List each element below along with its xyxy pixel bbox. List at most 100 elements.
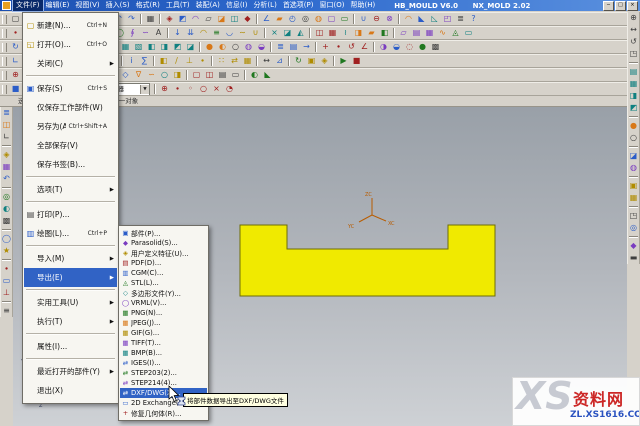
edge-blend-icon[interactable]: ◠: [402, 13, 415, 25]
wireframe-mode-icon[interactable]: ○: [627, 132, 640, 144]
n-sided-surface-icon[interactable]: ◬: [449, 27, 462, 39]
menu-item-options[interactable]: 选项(T)▶: [24, 180, 117, 199]
extrude-icon[interactable]: ▰: [273, 13, 286, 25]
subtract-icon[interactable]: ⊖: [370, 13, 383, 25]
hide-icon[interactable]: ◌: [403, 41, 416, 53]
menu-item-step203[interactable]: ⇄STEP203(2)...: [120, 368, 207, 378]
isometric-view-icon[interactable]: ◩: [171, 41, 184, 53]
info-object-icon[interactable]: i: [125, 55, 138, 67]
trim-mold-icon[interactable]: ◫: [203, 69, 216, 81]
spline-icon[interactable]: ∽: [139, 27, 152, 39]
draft-check-icon[interactable]: ◣: [261, 69, 274, 81]
menu-item-part[interactable]: ▣部件(P)...: [120, 228, 207, 238]
offset-surface-icon[interactable]: ◧: [378, 27, 391, 39]
wrap-curve-icon[interactable]: ◠: [197, 27, 210, 39]
view-palette-icon[interactable]: ▦: [0, 161, 13, 173]
top-view-icon[interactable]: ▦: [119, 41, 132, 53]
toolbar-grip[interactable]: [2, 71, 7, 80]
bridge-curve-icon[interactable]: ◡: [223, 27, 236, 39]
toolbar-grip[interactable]: [2, 29, 7, 38]
wcs-origin-icon[interactable]: ∙: [332, 41, 345, 53]
menu-item-vrml[interactable]: ◯VRML(V)...: [120, 298, 207, 308]
snap-endpoint-icon[interactable]: ∙: [171, 83, 184, 95]
intersection-curve-icon[interactable]: ×: [268, 27, 281, 39]
menubar-item-format[interactable]: 格式(R): [133, 0, 163, 11]
mold-csys-icon[interactable]: ⊕: [9, 69, 22, 81]
menu-item-save-work-part-only[interactable]: 仅保存工作部件(W): [24, 98, 117, 117]
menu-item-utilities[interactable]: 实用工具(U)▶: [24, 293, 117, 312]
zoom-tool-icon[interactable]: ⊕: [627, 12, 640, 24]
point-constructor-icon[interactable]: ∙: [196, 55, 209, 67]
wcs-dynamics-icon[interactable]: +: [319, 41, 332, 53]
move-to-layer-icon[interactable]: →: [300, 41, 313, 53]
menu-item-parasolid[interactable]: ◆Parasolid(S)...: [120, 238, 207, 248]
right-icon[interactable]: ◨: [627, 90, 640, 102]
wcs-orient-icon[interactable]: ∠: [358, 41, 371, 53]
menu-item-print[interactable]: ▤打印(P)...: [24, 205, 117, 224]
cooling-channel-icon[interactable]: ○: [158, 69, 171, 81]
menu-item-tiff[interactable]: ▦TIFF(T)...: [120, 338, 207, 348]
web-browser-icon[interactable]: ◯: [0, 233, 13, 245]
pocket-tool-icon[interactable]: ▢: [190, 69, 203, 81]
menu-item-gif[interactable]: ▦GIF(G)...: [120, 328, 207, 338]
menu-item-save-as[interactable]: 另存为(A)...Ctrl+Shift+A: [24, 117, 117, 136]
menu-item-bmp[interactable]: ▦BMP(B)...: [120, 348, 207, 358]
snap-point-icon[interactable]: ⊕: [158, 83, 171, 95]
split-body-icon[interactable]: ▦: [326, 27, 339, 39]
toolbar-grip[interactable]: [2, 57, 7, 66]
snap-midpoint-icon[interactable]: ◦: [184, 83, 197, 95]
draft-icon[interactable]: ◺: [428, 13, 441, 25]
menu-item-stl[interactable]: ◬STL(L)...: [120, 278, 207, 288]
menu-item-pdf[interactable]: ▤PDF(D)...: [120, 258, 207, 268]
through-curve-mesh-icon[interactable]: ▦: [423, 27, 436, 39]
menubar-item-assemblies[interactable]: 装配(A): [193, 0, 223, 11]
gate-icon[interactable]: ∇: [132, 69, 145, 81]
datum-axis-icon[interactable]: ∕: [170, 55, 183, 67]
mold-drawing-icon[interactable]: ▭: [229, 69, 242, 81]
part-body[interactable]: [240, 225, 495, 296]
left-view-icon[interactable]: ◧: [145, 41, 158, 53]
snap-intersection-icon[interactable]: ×: [210, 83, 223, 95]
point-tool-icon[interactable]: ∙: [0, 263, 13, 275]
assembly-navigator-icon[interactable]: ◫: [0, 119, 13, 131]
datum-csys-icon[interactable]: ⊥: [183, 55, 196, 67]
play-icon[interactable]: ▶: [337, 55, 350, 67]
instance-feature-icon[interactable]: ∷: [215, 55, 228, 67]
project-curve-icon[interactable]: ↓: [171, 27, 184, 39]
layer-settings-icon[interactable]: ≣: [274, 41, 287, 53]
hole-icon[interactable]: ◎: [299, 13, 312, 25]
print-icon[interactable]: ▦: [144, 13, 157, 25]
menubar-item-insert[interactable]: 插入(S): [103, 0, 133, 11]
pattern-face-icon[interactable]: ▦: [241, 55, 254, 67]
menubar-item-edit[interactable]: 编辑(E): [43, 0, 73, 11]
combined-projection-icon[interactable]: ⇊: [184, 27, 197, 39]
menu-item-polygon-file[interactable]: ◇多边形文件(Y)...: [120, 288, 207, 298]
wireframe-icon[interactable]: ○: [229, 41, 242, 53]
menu-item-properties[interactable]: 属性(I)...: [24, 337, 117, 356]
top-icon[interactable]: ▦: [627, 78, 640, 90]
menu-item-step214[interactable]: ⇄STEP214(4)...: [120, 378, 207, 388]
collapse-icon[interactable]: ▬: [627, 252, 640, 264]
menu-item-exit[interactable]: 退出(X): [24, 381, 117, 400]
toolbar-grip[interactable]: [2, 43, 7, 52]
menubar-item-preferences[interactable]: 首选项(P): [280, 0, 317, 11]
menu-item-close[interactable]: 关闭(C)▶: [24, 54, 117, 73]
stop-icon[interactable]: ■: [350, 55, 363, 67]
menu-item-plot[interactable]: ▥绘图(L)...Ctrl+P: [24, 224, 117, 243]
snap-center-icon[interactable]: ○: [197, 83, 210, 95]
shaded-with-edges-icon[interactable]: ◐: [216, 41, 229, 53]
menu-item-new[interactable]: ▢新建(N)...Ctrl+N: [24, 16, 117, 35]
refresh-icon[interactable]: ↻: [9, 41, 22, 53]
shell-icon[interactable]: ◰: [441, 13, 454, 25]
materials-icon[interactable]: ◐: [0, 203, 13, 215]
menu-item-repair-geometry[interactable]: +修复几何体(R)...: [120, 408, 207, 418]
pocket-icon[interactable]: ▢: [325, 13, 338, 25]
edit-background-icon[interactable]: ▩: [429, 41, 442, 53]
csys-tool-icon[interactable]: ⊥: [0, 287, 13, 299]
mold-bom-icon[interactable]: ▤: [216, 69, 229, 81]
minimize-button[interactable]: ─: [603, 1, 614, 11]
move-object-icon[interactable]: ↔: [260, 55, 273, 67]
join-curve-icon[interactable]: ∪: [249, 27, 262, 39]
menubar-item-analysis[interactable]: 分析(L): [250, 0, 279, 11]
simplify-curve-icon[interactable]: ∼: [236, 27, 249, 39]
